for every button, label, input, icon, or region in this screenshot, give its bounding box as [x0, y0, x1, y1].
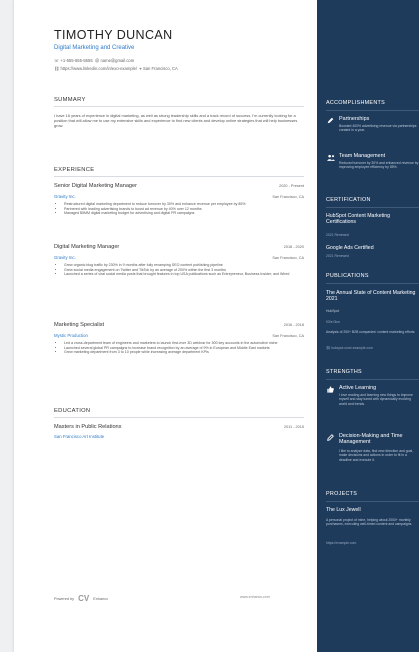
certification-title: HubSpot Content Marketing Certifications: [326, 213, 391, 226]
publication-date: 03/e 0km: [326, 320, 340, 324]
publications-divider: [326, 283, 419, 284]
pen-icon: [326, 116, 335, 124]
strengths-divider: [326, 379, 419, 380]
project-title: The Lux Jewell: [326, 507, 361, 513]
education-date: 2011 - 2015: [284, 425, 304, 429]
contact-line-1: ☏ +1-555-555-5555 @ name@gmail.com: [54, 58, 134, 63]
phone: +1-555-555-5555: [60, 58, 93, 63]
certification-heading: CERTIFICATION: [326, 197, 371, 203]
job-location: San Francisco, CA: [272, 334, 304, 338]
linkedin-link[interactable]: https://www.linkedin.com/in/exo-example/: [61, 66, 138, 71]
job-location: San Francisco, CA: [272, 256, 304, 260]
job-date: 2020 - Present: [279, 184, 304, 188]
job-company[interactable]: Mystic Production: [54, 333, 88, 338]
sidebar: ACCOMPLISHMENTS Partnerships Boosted 400…: [317, 0, 419, 652]
certification-sub: 2021 Renewed: [326, 233, 349, 237]
education-school[interactable]: San Francisco Art Institute: [54, 434, 104, 439]
publication-publisher: HubSpot: [326, 309, 340, 313]
job-bullet: Launched a series of viral social media …: [64, 272, 304, 277]
email-icon: @: [95, 58, 100, 63]
footer-url[interactable]: www.enhancv.com: [240, 595, 270, 599]
job-date: 2018 - 2020: [283, 245, 304, 249]
powered-by-label: Powered by: [54, 596, 75, 601]
location: San Francisco, CA: [142, 66, 178, 71]
experience-heading: EXPERIENCE: [54, 167, 95, 173]
projects-divider: [326, 501, 419, 502]
job-date: 2016 - 2018: [283, 323, 304, 327]
job-company[interactable]: Gravity Inc.: [54, 255, 76, 260]
summary-heading: SUMMARY: [54, 97, 86, 103]
project-text: A personal project of mine, helping abou…: [326, 518, 413, 527]
publication-link[interactable]: ⛓ hubspot.com/-example.com: [326, 346, 373, 350]
accomplishments-heading: ACCOMPLISHMENTS: [326, 100, 386, 106]
job-bullets: Restructured digital marketing departmen…: [54, 202, 304, 216]
accomplishment-text: Reduced turnover by 30% and enhanced rev…: [339, 161, 419, 170]
job-bullet: Grew marketing department from 3 to 10 p…: [64, 350, 304, 355]
strength-title: Decision-Making and Time Management: [339, 433, 403, 446]
certification-divider: [326, 207, 419, 208]
strengths-heading: STRENGTHS: [326, 369, 362, 375]
summary-divider: [54, 106, 304, 107]
accomplishments-divider: [326, 110, 419, 111]
summary-text: I have 16 years of experience in digital…: [54, 113, 298, 128]
accomplishment-title: Team Management: [339, 153, 386, 159]
enhancv-logo-icon: CV: [78, 594, 90, 603]
brand-name[interactable]: Enhancv: [93, 597, 108, 601]
job-bullet: Managed $5MM digital marketing budget fo…: [64, 211, 304, 216]
candidate-name: TIMOTHY DUNCAN: [54, 28, 173, 42]
job-bullet: Led a cross-department team of engineers…: [64, 341, 304, 346]
accomplishment-text: Boosted 400% advertising revenue via par…: [339, 124, 417, 133]
team-icon: [326, 153, 335, 161]
link-icon: ⛓: [54, 66, 60, 71]
strength-title: Active Learning: [339, 385, 377, 391]
job-role: Digital Marketing Manager: [54, 244, 120, 250]
strength-text: I like to analyze data, find new directi…: [339, 449, 414, 462]
projects-heading: PROJECTS: [326, 491, 358, 497]
email[interactable]: name@gmail.com: [100, 58, 134, 63]
job-role: Senior Digital Marketing Manager: [54, 183, 138, 189]
location-icon: ⌖: [139, 66, 142, 71]
contact-line-2: ⛓ https://www.linkedin.com/in/exo-exampl…: [54, 66, 178, 72]
footer-powered-by: Powered by CV Enhancv: [54, 594, 108, 603]
resume-page: TIMOTHY DUNCAN Digital Marketing and Cre…: [14, 0, 419, 652]
project-link[interactable]: https://example.com: [326, 541, 356, 545]
experience-divider: [54, 176, 304, 177]
strength-text: I love reading and learning new things t…: [339, 393, 413, 406]
publication-text: Analysis of 200+ B2B companies' content …: [326, 330, 415, 334]
accomplishment-title: Partnerships: [339, 116, 370, 122]
education-degree: Masters in Public Relations: [54, 424, 122, 430]
pencil-icon: [326, 433, 335, 441]
education-heading: EDUCATION: [54, 408, 91, 414]
publication-title: The Annual State of Content Marketing 20…: [326, 290, 416, 303]
phone-icon: ☏: [54, 58, 60, 63]
job-role: Marketing Specialist: [54, 322, 105, 328]
thumbs-up-icon: [326, 385, 335, 393]
candidate-title: Digital Marketing and Creative: [54, 45, 135, 51]
publications-heading: PUBLICATIONS: [326, 273, 369, 279]
job-company[interactable]: Gravity Inc.: [54, 194, 76, 199]
certification-title: Google Ads Certified: [326, 245, 374, 251]
job-location: San Francisco, CA: [272, 195, 304, 199]
job-bullets: Grew organic blog traffic by 230% in 9 m…: [54, 263, 304, 277]
certification-sub: 2021 Renewed: [326, 254, 349, 258]
publication-link-text[interactable]: hubspot.com/-example.com: [331, 346, 373, 350]
job-bullets: Led a cross-department team of engineers…: [54, 341, 304, 355]
education-divider: [54, 417, 304, 418]
